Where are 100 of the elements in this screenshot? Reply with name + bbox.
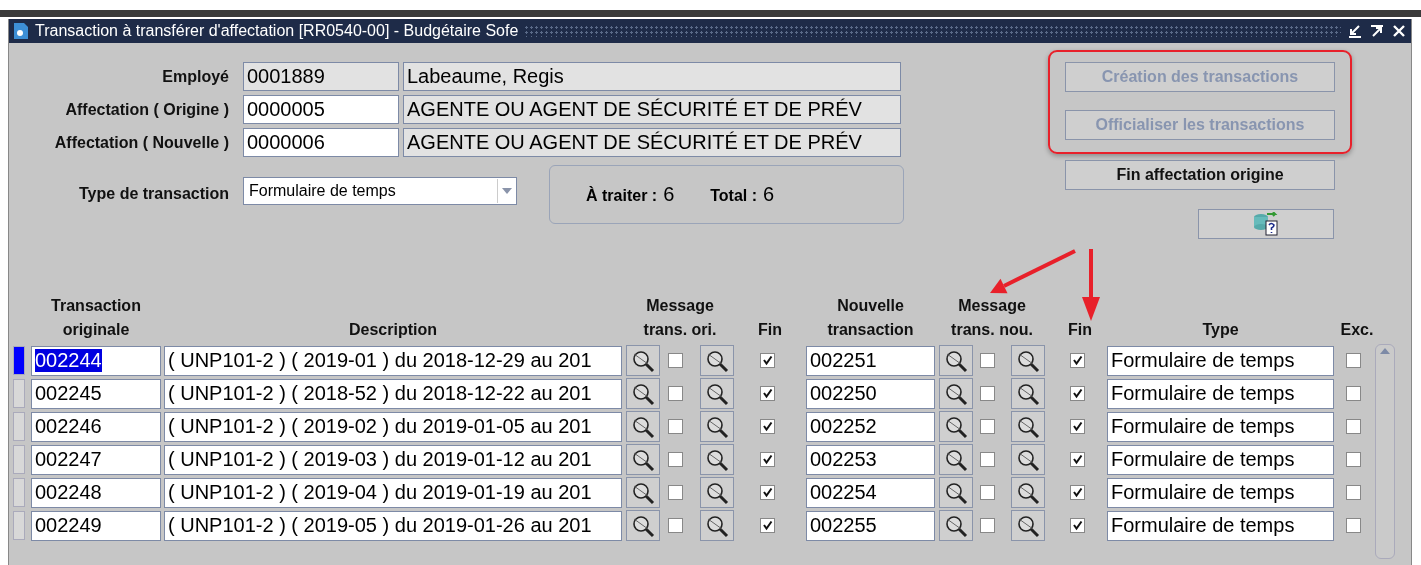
- lookup-button[interactable]: [1011, 345, 1045, 376]
- description-field[interactable]: ( UNP101-2 ) ( 2019-03 ) du 2019-01-12 au 201: [164, 444, 622, 475]
- transaction-field[interactable]: 002248: [31, 477, 161, 508]
- checkbox[interactable]: [980, 452, 995, 467]
- transaction-field[interactable]: 002252: [806, 411, 935, 442]
- checkbox[interactable]: [1070, 419, 1085, 434]
- name-field[interactable]: AGENTE OU AGENT DE SÉCURITÉ ET DE PRÉV: [403, 95, 901, 124]
- checkbox[interactable]: [760, 518, 775, 533]
- checkbox[interactable]: [668, 419, 683, 434]
- checkbox[interactable]: [1346, 485, 1361, 500]
- description-field[interactable]: ( UNP101-2 ) ( 2019-05 ) du 2019-01-26 au 201: [164, 510, 622, 541]
- lookup-button[interactable]: [626, 378, 660, 409]
- checkbox[interactable]: [1346, 452, 1361, 467]
- transaction-field[interactable]: 002247: [31, 444, 161, 475]
- checkbox[interactable]: [980, 485, 995, 500]
- checkbox[interactable]: [1346, 419, 1361, 434]
- checkbox[interactable]: [760, 452, 775, 467]
- row-marker[interactable]: [13, 346, 25, 375]
- type-field[interactable]: Formulaire de temps: [1107, 477, 1334, 508]
- lookup-button[interactable]: [700, 477, 734, 508]
- checkbox[interactable]: [760, 386, 775, 401]
- code-field[interactable]: 0000006: [243, 128, 399, 157]
- lookup-button[interactable]: [626, 345, 660, 376]
- type-field[interactable]: Formulaire de temps: [1107, 444, 1334, 475]
- lookup-button[interactable]: [626, 477, 660, 508]
- row-marker[interactable]: [13, 478, 25, 507]
- lookup-button[interactable]: [626, 411, 660, 442]
- name-field[interactable]: AGENTE OU AGENT DE SÉCURITÉ ET DE PRÉV: [403, 128, 901, 157]
- row-marker[interactable]: [13, 445, 25, 474]
- checkbox[interactable]: [980, 419, 995, 434]
- checkbox[interactable]: [760, 419, 775, 434]
- lookup-button[interactable]: [1011, 411, 1045, 442]
- checkbox[interactable]: [668, 485, 683, 500]
- description-field[interactable]: ( UNP101-2 ) ( 2019-01 ) du 2018-12-29 au 201: [164, 345, 622, 376]
- lookup-button[interactable]: [626, 444, 660, 475]
- transaction-field[interactable]: 002250: [806, 378, 935, 409]
- lookup-button[interactable]: [1011, 378, 1045, 409]
- lookup-button[interactable]: [939, 510, 973, 541]
- lookup-button[interactable]: [939, 444, 973, 475]
- lookup-button[interactable]: [700, 411, 734, 442]
- description-field[interactable]: ( UNP101-2 ) ( 2018-52 ) du 2018-12-22 au 201: [164, 378, 622, 409]
- checkbox[interactable]: [1346, 386, 1361, 401]
- lookup-button[interactable]: [1011, 510, 1045, 541]
- checkbox[interactable]: [668, 386, 683, 401]
- type-field[interactable]: Formulaire de temps: [1107, 510, 1334, 541]
- checkbox[interactable]: [760, 353, 775, 368]
- checkbox[interactable]: [668, 518, 683, 533]
- checkbox[interactable]: [1070, 386, 1085, 401]
- name-field[interactable]: Labeaume, Regis: [403, 62, 901, 91]
- row-marker[interactable]: [13, 511, 25, 540]
- row-marker[interactable]: [13, 379, 25, 408]
- lookup-button[interactable]: [939, 378, 973, 409]
- type-dropdown[interactable]: Formulaire de temps: [243, 177, 517, 205]
- lookup-button[interactable]: [700, 378, 734, 409]
- lookup-button[interactable]: [700, 444, 734, 475]
- checkbox[interactable]: [760, 485, 775, 500]
- action-button[interactable]: Fin affectation origine: [1065, 160, 1335, 190]
- transaction-field[interactable]: 002253: [806, 444, 935, 475]
- document-icon: [13, 22, 29, 40]
- checkbox[interactable]: [1346, 353, 1361, 368]
- checkbox[interactable]: [668, 452, 683, 467]
- transaction-field[interactable]: 002254: [806, 477, 935, 508]
- checkbox[interactable]: [980, 386, 995, 401]
- type-field[interactable]: Formulaire de temps: [1107, 345, 1334, 376]
- checkbox[interactable]: [1070, 452, 1085, 467]
- lookup-button[interactable]: [939, 345, 973, 376]
- lookup-button[interactable]: [1011, 444, 1045, 475]
- row-marker[interactable]: [13, 412, 25, 441]
- lookup-button[interactable]: [939, 411, 973, 442]
- scrollbar[interactable]: [1375, 344, 1395, 559]
- lookup-button[interactable]: [1011, 477, 1045, 508]
- field-label: Affectation ( Nouvelle ): [53, 133, 230, 152]
- transaction-field[interactable]: 002251: [806, 345, 935, 376]
- description-field[interactable]: ( UNP101-2 ) ( 2019-02 ) du 2019-01-05 au 201: [164, 411, 622, 442]
- transaction-field[interactable]: 002244: [31, 345, 161, 376]
- checkbox[interactable]: [980, 518, 995, 533]
- close-icon[interactable]: [1391, 23, 1407, 39]
- maximize-icon[interactable]: [1369, 23, 1385, 39]
- type-field[interactable]: Formulaire de temps: [1107, 378, 1334, 409]
- checkbox[interactable]: [1070, 485, 1085, 500]
- checkbox[interactable]: [1070, 353, 1085, 368]
- code-field[interactable]: 0000005: [243, 95, 399, 124]
- checkbox[interactable]: [1346, 518, 1361, 533]
- transaction-field[interactable]: 002246: [31, 411, 161, 442]
- checkbox[interactable]: [668, 353, 683, 368]
- magnifier-icon: [631, 480, 655, 505]
- transaction-field[interactable]: 002245: [31, 378, 161, 409]
- type-field[interactable]: Formulaire de temps: [1107, 411, 1334, 442]
- transaction-field[interactable]: 002255: [806, 510, 935, 541]
- lookup-button[interactable]: [700, 345, 734, 376]
- lookup-button[interactable]: [700, 510, 734, 541]
- lookup-button[interactable]: [626, 510, 660, 541]
- code-field[interactable]: 0001889: [243, 62, 399, 91]
- window-title: Transaction à transférer d'affectation [RR0540-00] - Budgétaire Sofe: [35, 22, 519, 40]
- description-field[interactable]: ( UNP101-2 ) ( 2019-04 ) du 2019-01-19 au 201: [164, 477, 622, 508]
- checkbox[interactable]: [1070, 518, 1085, 533]
- lookup-button[interactable]: [939, 477, 973, 508]
- checkbox[interactable]: [980, 353, 995, 368]
- minimize-icon[interactable]: [1347, 23, 1363, 39]
- transaction-field[interactable]: 002249: [31, 510, 161, 541]
